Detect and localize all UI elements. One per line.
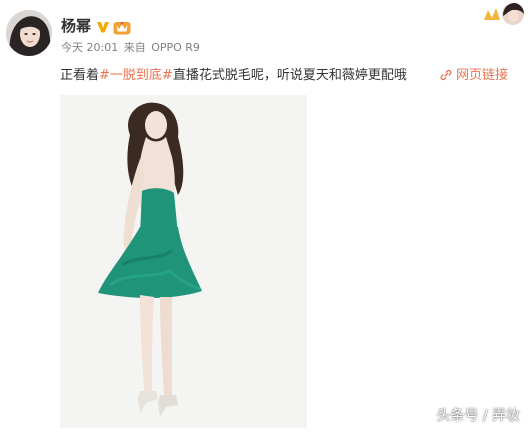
username[interactable]: 杨幂 — [61, 16, 91, 36]
post-meta: 今天 20:01 来自 OPPO R9 — [61, 40, 202, 56]
post-text-after: 直播花式脱毛呢，听说夏天和薇婷更配哦 — [172, 68, 407, 83]
web-link[interactable]: 网页链接 — [440, 67, 508, 85]
corner-avatar-icon — [484, 3, 524, 25]
avatar[interactable] — [6, 10, 52, 56]
member-crown-icon[interactable] — [113, 19, 131, 35]
watermark: 头条号 / 弄妆 — [436, 408, 520, 424]
link-icon — [440, 69, 452, 81]
avatar-image — [6, 10, 52, 56]
verified-v-icon[interactable] — [96, 20, 110, 34]
weibo-post: 杨幂 今天 20:01 来自 OPPO R9 正看着#一脱到底#直播花式脱毛呢，… — [0, 0, 528, 433]
post-time[interactable]: 今天 20:01 — [61, 41, 118, 54]
source-prefix: 来自 — [123, 41, 146, 54]
post-text-before: 正看着 — [60, 68, 100, 83]
post-text: 正看着#一脱到底#直播花式脱毛呢，听说夏天和薇婷更配哦 — [60, 67, 407, 85]
photo-image — [60, 95, 307, 428]
post-photo[interactable] — [60, 95, 307, 428]
web-link-label: 网页链接 — [456, 68, 509, 83]
post-source[interactable]: OPPO R9 — [151, 41, 200, 54]
hashtag-link[interactable]: #一脱到底# — [99, 68, 173, 83]
